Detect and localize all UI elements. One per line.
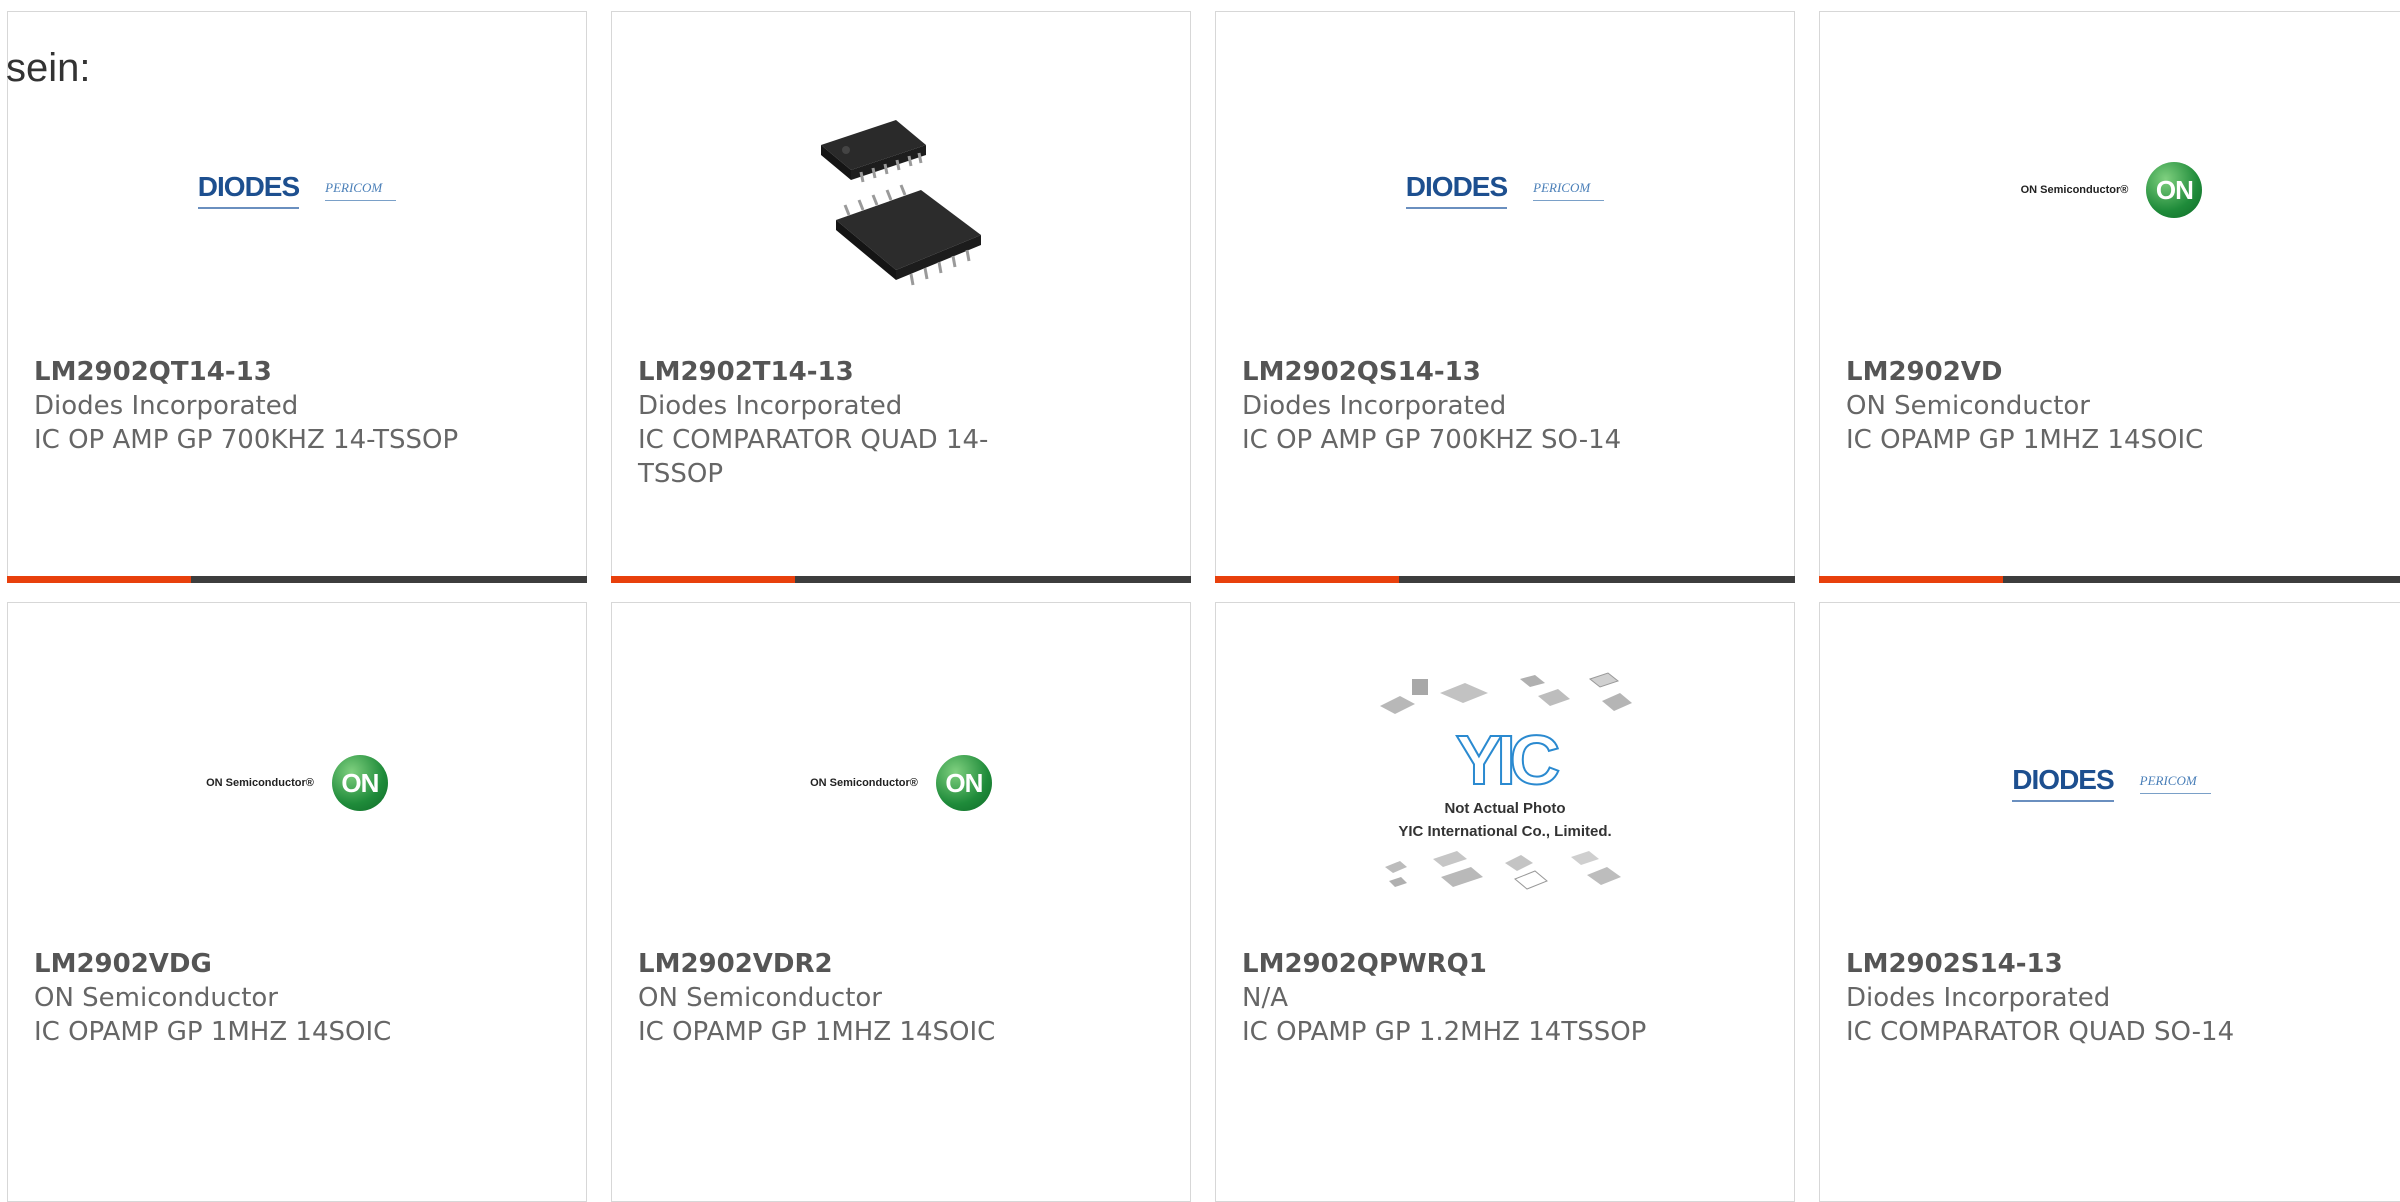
product-image[interactable]: DIODES PERICOM: [1820, 663, 2400, 903]
accent-bar: [611, 576, 1191, 583]
product-card[interactable]: YIC Not Actual Photo YIC International C…: [1215, 602, 1795, 1202]
accent-bar: [7, 576, 587, 583]
intro-text: sein:: [6, 46, 91, 90]
diodes-logo: DIODES PERICOM: [2012, 764, 2211, 802]
product-image[interactable]: YIC Not Actual Photo YIC International C…: [1216, 663, 1794, 903]
accent-bar: [1215, 576, 1795, 583]
product-card[interactable]: DIODES PERICOM LM2902S14-13 Diodes Incor…: [1819, 602, 2400, 1202]
manufacturer: Diodes Incorporated: [638, 391, 903, 421]
part-number-link[interactable]: LM2902VDR2: [638, 947, 1164, 981]
part-number-link[interactable]: LM2902QS14-13: [1242, 355, 1768, 389]
part-number-link[interactable]: LM2902QPWRQ1: [1242, 947, 1768, 981]
on-semiconductor-logo: ON Semiconductor® ON: [206, 755, 388, 811]
manufacturer: N/A: [1242, 983, 1288, 1013]
description: IC OP AMP GP 700KHZ SO-14: [1242, 425, 1622, 455]
on-semiconductor-logo: ON Semiconductor® ON: [2021, 162, 2203, 218]
description: IC COMPARATOR QUAD SO-14: [1846, 1017, 2235, 1047]
product-card[interactable]: DIODES PERICOM LM2902QT14-13 Diodes Inco…: [7, 11, 587, 583]
description: IC COMPARATOR QUAD 14-TSSOP: [638, 425, 989, 489]
part-number-link[interactable]: LM2902VDG: [34, 947, 560, 981]
accent-bar: [1819, 576, 2400, 583]
product-image[interactable]: DIODES PERICOM: [8, 70, 586, 310]
on-semiconductor-logo: ON Semiconductor® ON: [810, 755, 992, 811]
part-number-link[interactable]: LM2902S14-13: [1846, 947, 2377, 981]
product-image[interactable]: DIODES PERICOM: [1216, 70, 1794, 310]
chip-packages-icon: [1380, 672, 1632, 714]
product-image[interactable]: ON Semiconductor® ON: [1820, 70, 2400, 310]
description: IC OPAMP GP 1MHZ 14SOIC: [638, 1017, 996, 1047]
manufacturer: Diodes Incorporated: [34, 391, 299, 421]
chip-packages-icon: [1385, 851, 1621, 890]
manufacturer: Diodes Incorporated: [1242, 391, 1507, 421]
manufacturer: ON Semiconductor: [34, 983, 278, 1013]
manufacturer: ON Semiconductor: [1846, 391, 2090, 421]
chip-photo: [821, 120, 981, 286]
part-number-link[interactable]: LM2902VD: [1846, 355, 2377, 389]
diodes-logo: DIODES PERICOM: [197, 171, 397, 209]
product-card[interactable]: LM2902T14-13 Diodes Incorporated IC COMP…: [611, 11, 1191, 583]
part-number-link[interactable]: LM2902T14-13: [638, 355, 1164, 389]
product-grid: DIODES PERICOM LM2902QT14-13 Diodes Inco…: [0, 0, 2400, 1202]
diodes-logo: DIODES PERICOM: [1405, 171, 1605, 209]
manufacturer: ON Semiconductor: [638, 983, 882, 1013]
product-card[interactable]: ON Semiconductor® ON LM2902VD ON Semicon…: [1819, 11, 2400, 583]
product-card[interactable]: ON Semiconductor® ON LM2902VDG ON Semico…: [7, 602, 587, 1202]
product-image[interactable]: [612, 70, 1190, 310]
manufacturer: Diodes Incorporated: [1846, 983, 2111, 1013]
description: IC OPAMP GP 1MHZ 14SOIC: [1846, 425, 2204, 455]
part-number-link[interactable]: LM2902QT14-13: [34, 355, 560, 389]
description: IC OPAMP GP 1.2MHZ 14TSSOP: [1242, 1017, 1647, 1047]
product-card[interactable]: DIODES PERICOM LM2902QS14-13 Diodes Inco…: [1215, 11, 1795, 583]
product-image[interactable]: ON Semiconductor® ON: [612, 663, 1190, 903]
product-card[interactable]: ON Semiconductor® ON LM2902VDR2 ON Semic…: [611, 602, 1191, 1202]
product-image[interactable]: ON Semiconductor® ON: [8, 663, 586, 903]
yic-placeholder-image: YIC Not Actual Photo YIC International C…: [1370, 671, 1640, 895]
description: IC OPAMP GP 1MHZ 14SOIC: [34, 1017, 392, 1047]
description: IC OP AMP GP 700KHZ 14-TSSOP: [34, 425, 459, 455]
